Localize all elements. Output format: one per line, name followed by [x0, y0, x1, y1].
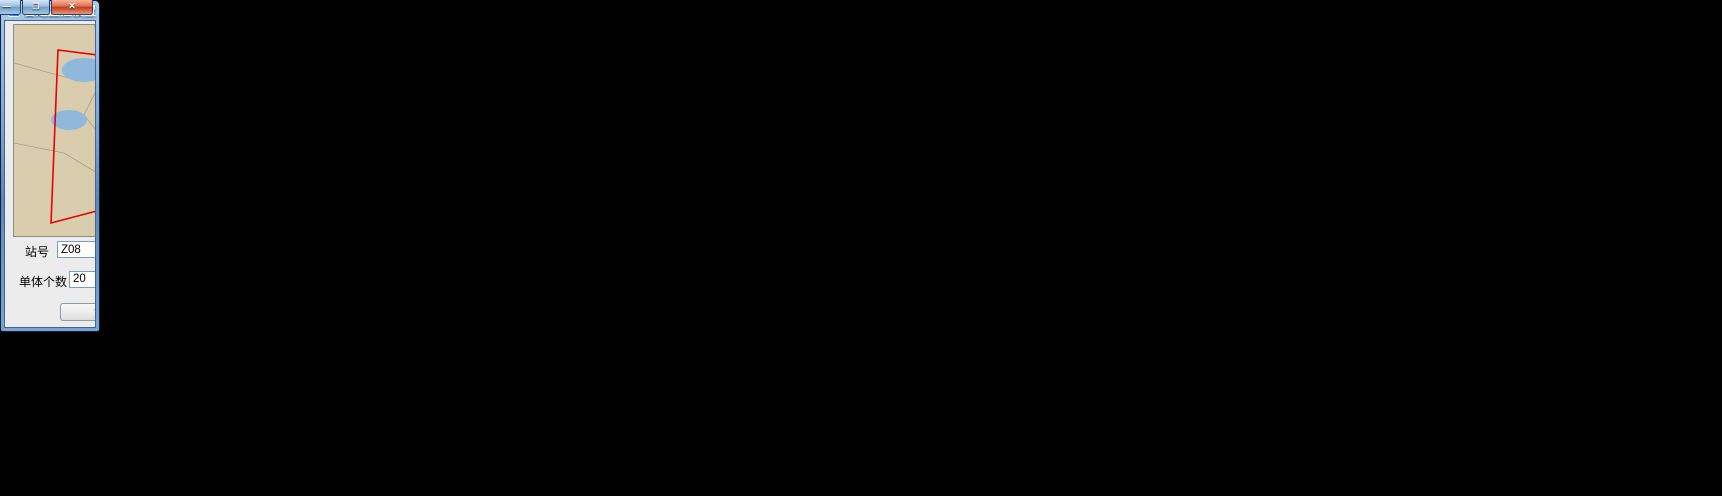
maximize-icon[interactable]: ❐	[22, 0, 50, 15]
cell-count-label: 单体个数	[19, 273, 67, 290]
cell-count-input[interactable]: 20	[69, 271, 96, 288]
station-select[interactable]: Z08 ▼	[57, 241, 96, 258]
water-area	[51, 110, 87, 130]
minimize-icon[interactable]: —	[0, 0, 21, 15]
w2-titlebar[interactable]: 雷达监控设置 — ❐ ✕	[4, 1, 96, 20]
station-label: 站号	[25, 243, 49, 260]
map[interactable]: 预警区域	[13, 24, 96, 237]
map-canvas: 预警区域	[14, 25, 96, 236]
window-radar-monitor-settings: 雷达监控设置 — ❐ ✕ 预警	[0, 0, 100, 332]
add-button[interactable]: 添加	[60, 303, 96, 321]
close-icon[interactable]: ✕	[51, 0, 93, 15]
